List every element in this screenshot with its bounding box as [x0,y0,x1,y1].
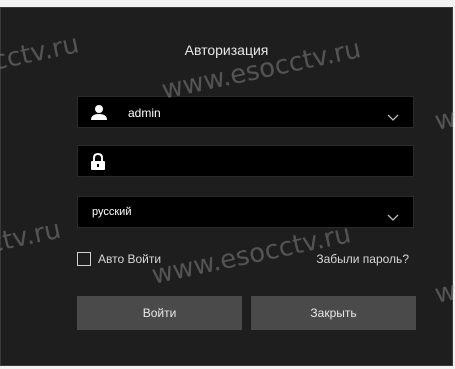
forgot-password-link[interactable]: Забыли пароль? [316,252,409,266]
login-dialog: Авторизация admin русский Авто Войти Заб… [0,7,453,366]
username-value: admin [128,106,161,120]
chevron-down-icon [387,109,399,127]
close-button[interactable]: Закрыть [251,296,416,330]
username-select[interactable]: admin [77,96,414,128]
language-select[interactable]: русский [77,196,414,228]
auto-login-checkbox[interactable] [77,252,91,266]
user-icon [90,104,108,125]
lock-icon [90,152,106,176]
dialog-title: Авторизация [184,42,269,58]
chevron-down-icon [387,209,399,227]
auto-login-label: Авто Войти [98,252,162,266]
language-value: русский [92,206,132,218]
password-field[interactable] [77,145,414,178]
login-button[interactable]: Войти [77,296,242,330]
auto-login-toggle[interactable]: Авто Войти [77,251,161,267]
password-input[interactable] [118,146,402,178]
